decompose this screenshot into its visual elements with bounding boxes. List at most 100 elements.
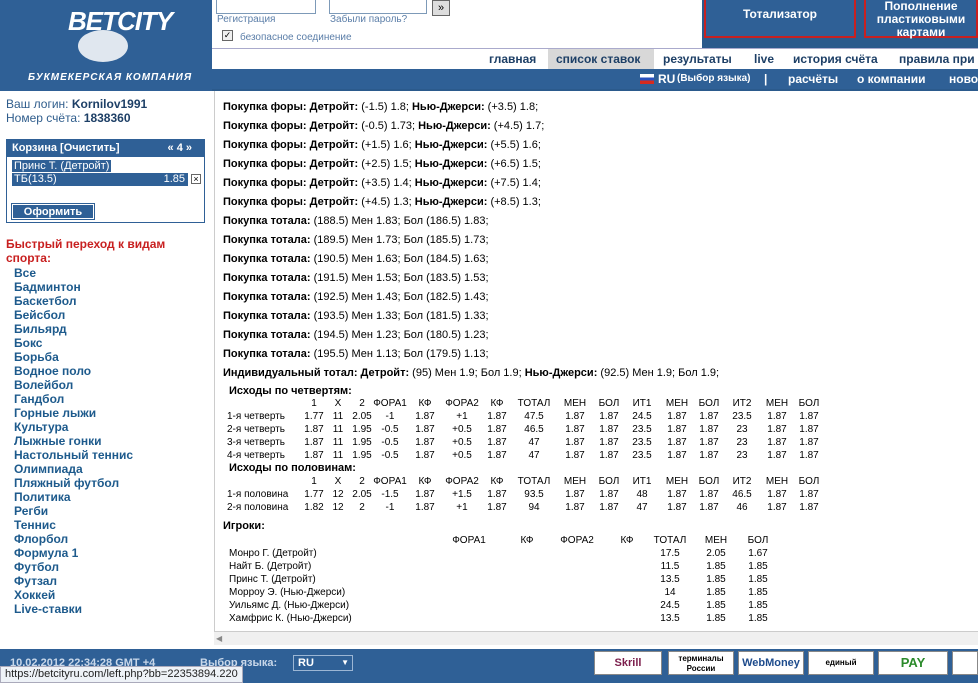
odds-cell[interactable]: 11 bbox=[324, 423, 352, 436]
bet-odds[interactable]: (193.5) Мен 1.33; Бол (181.5) 1.33; bbox=[311, 310, 489, 322]
odds-cell[interactable]: 48 bbox=[624, 488, 660, 501]
odds-cell[interactable]: 1.85 bbox=[737, 573, 779, 586]
odds-cell[interactable]: -1 bbox=[372, 501, 408, 514]
odds-cell[interactable]: 1.85 bbox=[695, 560, 737, 573]
odds-cell[interactable]: 1.87 bbox=[794, 436, 824, 449]
odds-cell[interactable]: -1 bbox=[372, 410, 408, 423]
odds-cell[interactable]: 1.87 bbox=[694, 488, 724, 501]
sport-link[interactable]: Водное поло bbox=[14, 364, 133, 378]
sport-link[interactable]: Футзал bbox=[14, 574, 133, 588]
odds-cell[interactable]: 1.77 bbox=[304, 410, 324, 423]
odds-cell[interactable]: +0.5 bbox=[442, 449, 482, 462]
sport-link[interactable]: Волейбол bbox=[14, 378, 133, 392]
terminals-logo[interactable]: терминалы России bbox=[668, 651, 734, 675]
bet-odds[interactable]: (+3.5) 1.4; bbox=[358, 177, 415, 189]
odds-cell[interactable]: -0.5 bbox=[372, 449, 408, 462]
odds-cell[interactable]: 1.87 bbox=[760, 423, 794, 436]
odds-cell[interactable]: -0.5 bbox=[372, 436, 408, 449]
bet-odds[interactable]: (+4.5) 1.7; bbox=[491, 120, 544, 132]
sport-link[interactable]: Культура bbox=[14, 420, 133, 434]
bet-odds[interactable]: (191.5) Мен 1.53; Бол (183.5) 1.53; bbox=[311, 272, 489, 284]
odds-cell[interactable]: 1.87 bbox=[760, 410, 794, 423]
odds-cell[interactable]: 14 bbox=[645, 586, 695, 599]
odds-cell[interactable]: 1.87 bbox=[694, 501, 724, 514]
odds-cell[interactable]: 1.87 bbox=[694, 423, 724, 436]
odds-cell[interactable]: 47 bbox=[512, 436, 556, 449]
odds-cell[interactable]: 1.87 bbox=[304, 436, 324, 449]
place-order-button[interactable]: Оформить bbox=[11, 203, 95, 220]
odds-cell[interactable]: 1.87 bbox=[660, 501, 694, 514]
basket-count[interactable]: « 4 » bbox=[168, 140, 192, 157]
odds-cell[interactable]: 1.87 bbox=[794, 410, 824, 423]
odds-cell[interactable]: 1.85 bbox=[737, 586, 779, 599]
bet-odds[interactable]: (189.5) Мен 1.73; Бол (185.5) 1.73; bbox=[311, 234, 489, 246]
odds-cell[interactable]: +1 bbox=[442, 410, 482, 423]
odds-cell[interactable]: 1.87 bbox=[408, 436, 442, 449]
odds-cell[interactable]: 1.87 bbox=[760, 488, 794, 501]
odds-cell[interactable]: 1.85 bbox=[737, 612, 779, 625]
odds-cell[interactable]: 1.87 bbox=[594, 488, 624, 501]
odds-cell[interactable]: 13.5 bbox=[645, 612, 695, 625]
odds-cell[interactable]: 2 bbox=[352, 501, 372, 514]
odds-cell[interactable]: 1.85 bbox=[695, 599, 737, 612]
odds-cell[interactable]: +0.5 bbox=[442, 436, 482, 449]
sport-link[interactable]: Все bbox=[14, 266, 133, 280]
bet-odds[interactable]: (+8.5) 1.3; bbox=[487, 196, 540, 208]
odds-cell[interactable]: -1.5 bbox=[372, 488, 408, 501]
wallet-one-logo[interactable]: единый кошелек bbox=[808, 651, 874, 675]
odds-cell[interactable]: 17.5 bbox=[645, 547, 695, 560]
odds-cell[interactable]: 93.5 bbox=[512, 488, 556, 501]
odds-cell[interactable]: 1.87 bbox=[482, 488, 512, 501]
odds-cell[interactable]: 13.5 bbox=[645, 573, 695, 586]
odds-cell[interactable]: 46 bbox=[724, 501, 760, 514]
odds-cell[interactable]: 1.87 bbox=[482, 501, 512, 514]
sport-link[interactable]: Горные лыжи bbox=[14, 406, 133, 420]
sport-link[interactable]: Лыжные гонки bbox=[14, 434, 133, 448]
bet-odds[interactable]: (+4.5) 1.3; bbox=[358, 196, 415, 208]
odds-cell[interactable]: 1.82 bbox=[304, 501, 324, 514]
sport-link[interactable]: Олимпиада bbox=[14, 462, 133, 476]
sport-link[interactable]: Бадминтон bbox=[14, 280, 133, 294]
odds-cell[interactable]: 23 bbox=[724, 436, 760, 449]
bet-odds[interactable]: (92.5) Мен 1.9; Бол 1.9; bbox=[597, 367, 719, 379]
nav-account-history[interactable]: история счёта bbox=[793, 52, 878, 66]
odds-cell[interactable]: 1.87 bbox=[408, 488, 442, 501]
bet-odds[interactable]: (+1.5) 1.6; bbox=[358, 139, 415, 151]
odds-cell[interactable]: 1.87 bbox=[556, 423, 594, 436]
bet-odds[interactable]: (+6.5) 1.5; bbox=[487, 158, 540, 170]
scroll-left-icon[interactable]: ◀ bbox=[216, 634, 222, 643]
login-input[interactable] bbox=[216, 0, 316, 14]
forgot-password-link[interactable]: Забыли пароль? bbox=[330, 14, 407, 25]
odds-cell[interactable]: 1.87 bbox=[594, 501, 624, 514]
odds-cell[interactable]: 1.87 bbox=[760, 501, 794, 514]
partial-logo[interactable] bbox=[952, 651, 978, 675]
odds-cell[interactable]: 1.87 bbox=[482, 410, 512, 423]
odds-cell[interactable]: 1.87 bbox=[660, 436, 694, 449]
odds-cell[interactable]: 94 bbox=[512, 501, 556, 514]
sport-link[interactable]: Бильярд bbox=[14, 322, 133, 336]
odds-cell[interactable]: 1.87 bbox=[594, 410, 624, 423]
sport-link[interactable]: Бокс bbox=[14, 336, 133, 350]
bet-odds[interactable]: (-1.5) 1.8; bbox=[358, 101, 412, 113]
odds-cell[interactable]: 1.87 bbox=[408, 501, 442, 514]
odds-cell[interactable]: 1.87 bbox=[694, 410, 724, 423]
nav-home[interactable]: главная bbox=[489, 52, 536, 66]
odds-cell[interactable]: 47 bbox=[512, 449, 556, 462]
odds-cell[interactable]: 47.5 bbox=[512, 410, 556, 423]
odds-cell[interactable]: 1.87 bbox=[482, 436, 512, 449]
sport-link[interactable]: Баскетбол bbox=[14, 294, 133, 308]
odds-cell[interactable]: 24.5 bbox=[645, 599, 695, 612]
odds-cell[interactable]: 23 bbox=[724, 423, 760, 436]
bet-odds[interactable]: (+2.5) 1.5; bbox=[358, 158, 415, 170]
odds-cell[interactable]: 1.87 bbox=[694, 449, 724, 462]
bet-odds[interactable]: (+3.5) 1.8; bbox=[485, 101, 538, 113]
sport-link[interactable]: Флорбол bbox=[14, 532, 133, 546]
lang-current[interactable]: RU bbox=[658, 72, 675, 86]
odds-cell[interactable]: 1.87 bbox=[794, 449, 824, 462]
bet-odds[interactable]: (95) Мен 1.9; Бол 1.9; bbox=[409, 367, 525, 379]
skrill-logo[interactable]: Skrill bbox=[594, 651, 662, 675]
odds-cell[interactable]: 1.87 bbox=[660, 449, 694, 462]
bet-odds[interactable]: (188.5) Мен 1.83; Бол (186.5) 1.83; bbox=[311, 215, 489, 227]
odds-cell[interactable]: 1.87 bbox=[660, 410, 694, 423]
odds-cell[interactable]: 12 bbox=[324, 488, 352, 501]
